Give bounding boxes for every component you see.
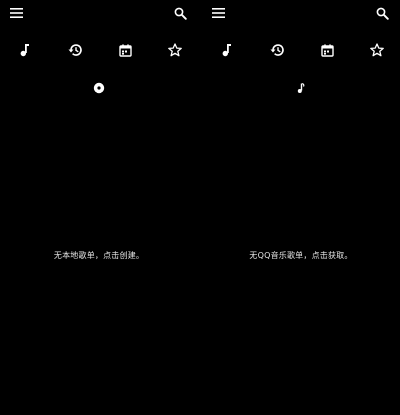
current-tab-indicator <box>91 80 107 96</box>
tab-songs[interactable] <box>217 40 237 60</box>
menu-button[interactable] <box>210 4 228 22</box>
search-icon <box>376 7 389 20</box>
menu-button[interactable] <box>8 4 26 22</box>
search-button[interactable] <box>171 4 189 22</box>
tab-calendar[interactable] <box>317 40 337 60</box>
calendar-icon <box>320 43 334 57</box>
music-note-small-icon <box>297 82 305 93</box>
top-app-bar <box>202 0 400 26</box>
search-icon <box>174 7 187 20</box>
tab-favorites[interactable] <box>165 40 185 60</box>
tab-history[interactable] <box>65 40 85 60</box>
music-note-icon <box>222 44 231 57</box>
tab-songs[interactable] <box>15 40 35 60</box>
disc-icon <box>93 82 105 94</box>
empty-playlist-message[interactable]: 无本地歌单，点击创建。 <box>0 250 198 261</box>
screen-local-playlists: 无本地歌单，点击创建。 <box>0 0 198 415</box>
dual-screen-container: 无本地歌单，点击创建。 无QQ音乐歌单，点击获取。 <box>0 0 400 415</box>
search-button[interactable] <box>373 4 391 22</box>
empty-playlist-message[interactable]: 无QQ音乐歌单，点击获取。 <box>202 250 400 261</box>
screen-qq-music-playlists: 无QQ音乐歌单，点击获取。 <box>202 0 400 415</box>
current-tab-indicator <box>293 80 309 96</box>
star-outline-icon <box>168 43 182 57</box>
calendar-icon <box>118 43 132 57</box>
tab-calendar[interactable] <box>115 40 135 60</box>
tab-history[interactable] <box>267 40 287 60</box>
hamburger-menu-icon <box>10 8 23 18</box>
tab-favorites[interactable] <box>367 40 387 60</box>
top-app-bar <box>0 0 198 26</box>
tab-bar <box>202 40 400 62</box>
history-icon <box>270 44 284 56</box>
star-outline-icon <box>370 43 384 57</box>
history-icon <box>68 44 82 56</box>
tab-bar <box>0 40 198 62</box>
hamburger-menu-icon <box>212 8 225 18</box>
music-note-icon <box>20 44 29 57</box>
